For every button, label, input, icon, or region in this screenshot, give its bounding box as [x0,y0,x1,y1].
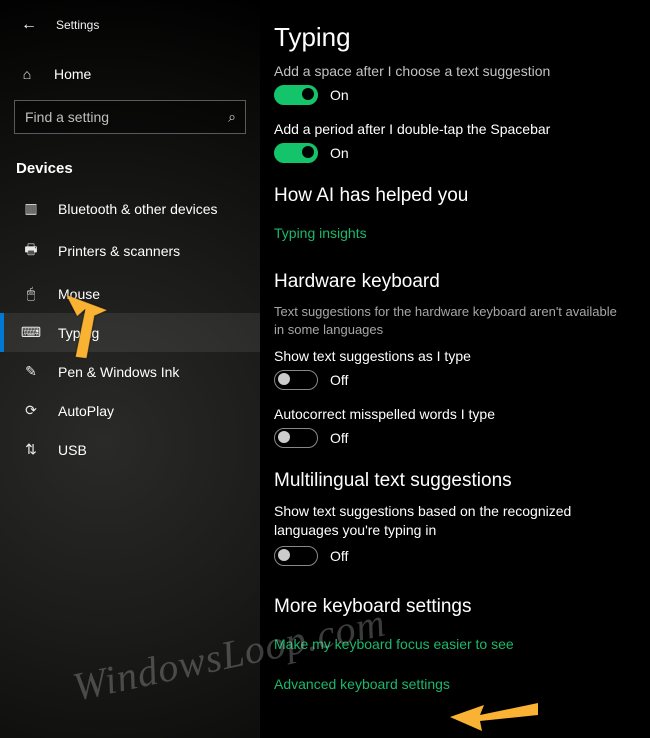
toggle-hw-autocorrect[interactable] [274,428,318,448]
sidebar-item-typing[interactable]: ⌨ Typing [0,313,260,352]
printer-icon: 🖶 [22,239,40,263]
sidebar-item-pen-windows-ink[interactable]: ✎ Pen & Windows Ink [0,352,260,391]
sidebar-item-label: Printers & scanners [58,243,180,259]
sidebar-item-label: AutoPlay [58,403,114,419]
toggle-hw-suggest[interactable] [274,370,318,390]
bluetooth-devices-icon: ▥ [22,200,40,217]
toggle-add-period[interactable] [274,143,318,163]
toggle-state: On [330,87,349,103]
setting-desc: Add a period after I double-tap the Spac… [274,121,624,137]
pen-icon: ✎ [22,363,40,380]
setting-desc: Autocorrect misspelled words I type [274,406,624,422]
section-ai-title: How AI has helped you [274,185,624,207]
setting-desc: Add a space after I choose a text sugges… [274,63,624,79]
sidebar-item-autoplay[interactable]: ⟳ AutoPlay [0,391,260,430]
keyboard-icon: ⌨ [22,324,40,341]
settings-sidebar: ← Settings ⌂ Home ⌕ Devices ▥ Bluetooth &… [0,0,260,738]
back-button[interactable]: ← [16,12,42,38]
keyboard-focus-link[interactable]: Make my keyboard focus easier to see [274,636,514,652]
toggle-state: Off [330,372,348,388]
sidebar-item-label: Pen & Windows Ink [58,364,179,380]
usb-icon: ⇅ [22,441,40,458]
search-icon[interactable]: ⌕ [228,109,236,126]
toggle-state: Off [330,430,348,446]
setting-desc: Show text suggestions as I type [274,348,624,364]
section-more-title: More keyboard settings [274,596,624,618]
section-hw-title: Hardware keyboard [274,271,624,293]
toggle-state: On [330,145,349,161]
section-multilingual-title: Multilingual text suggestions [274,470,624,492]
mouse-icon: 🖱 [22,285,40,302]
section-hw-note: Text suggestions for the hardware keyboa… [274,303,624,338]
typing-insights-link[interactable]: Typing insights [274,225,367,241]
sidebar-item-label: Typing [58,325,99,341]
titlebar: ← Settings [0,10,260,48]
search-input[interactable] [14,100,246,134]
home-icon: ⌂ [18,66,36,82]
sidebar-item-label: Mouse [58,286,100,302]
home-label: Home [54,66,91,82]
autoplay-icon: ⟳ [22,402,40,419]
toggle-state: Off [330,548,348,564]
setting-desc: Show text suggestions based on the recog… [274,502,624,540]
home-nav[interactable]: ⌂ Home [0,56,260,92]
sidebar-nav: ▥ Bluetooth & other devices 🖶 Printers & sc… [0,189,260,469]
app-title: Settings [56,18,99,32]
toggle-multilingual[interactable] [274,546,318,566]
sidebar-item-mouse[interactable]: 🖱 Mouse [0,274,260,313]
sidebar-item-label: USB [58,442,87,458]
sidebar-item-usb[interactable]: ⇅ USB [0,430,260,469]
advanced-keyboard-settings-link[interactable]: Advanced keyboard settings [274,676,450,692]
page-title: Typing [274,22,624,53]
sidebar-item-label: Bluetooth & other devices [58,201,218,217]
sidebar-item-bluetooth-other-devices[interactable]: ▥ Bluetooth & other devices [0,189,260,228]
sidebar-item-printers-scanners[interactable]: 🖶 Printers & scanners [0,228,260,274]
toggle-add-space[interactable] [274,85,318,105]
sidebar-section-title: Devices [0,154,260,189]
main-content: Typing Add a space after I choose a text… [260,0,650,738]
